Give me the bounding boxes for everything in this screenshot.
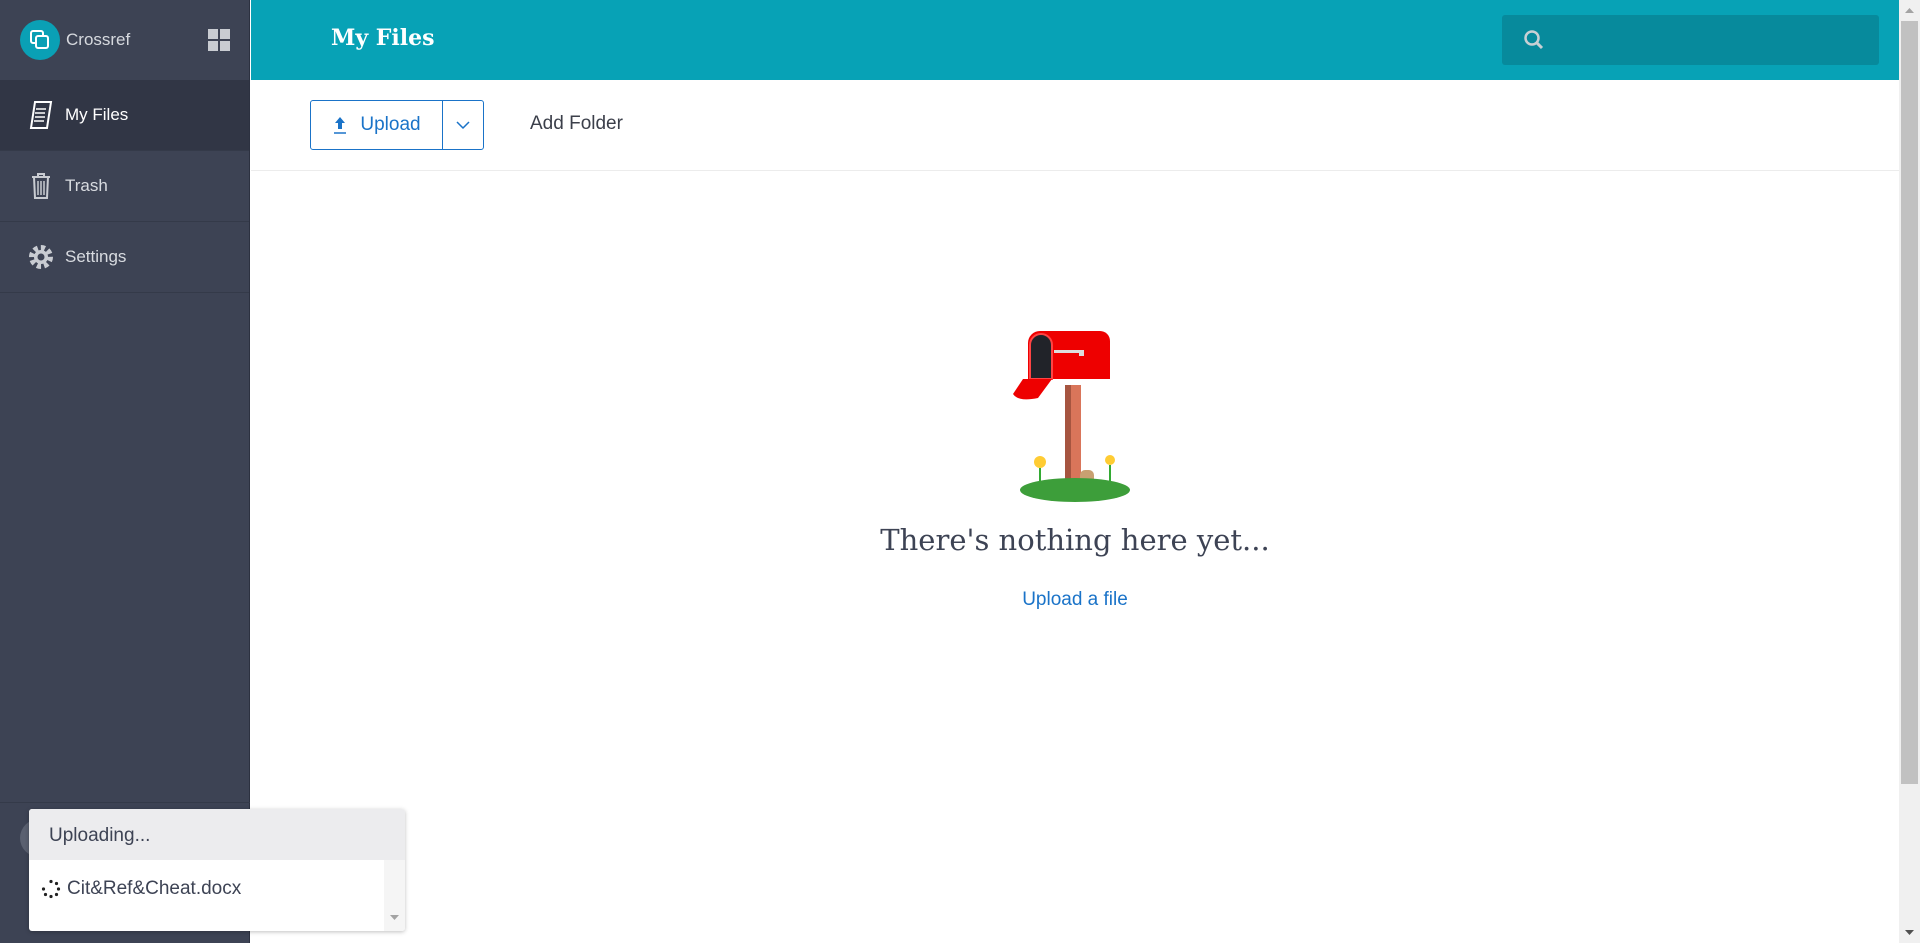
upload-file-name: Cit&Ref&Cheat.docx xyxy=(67,878,242,899)
page-scrollbar[interactable] xyxy=(1899,0,1920,943)
upload-label: Upload xyxy=(360,114,421,135)
empty-message: There's nothing here yet... xyxy=(880,523,1270,557)
add-folder-button[interactable]: Add Folder xyxy=(530,113,623,135)
sidebar-footer xyxy=(0,802,250,857)
crossref-logo-icon xyxy=(20,20,60,60)
scroll-down-icon xyxy=(390,915,399,920)
upload-item: Cit&Ref&Cheat.docx xyxy=(29,860,405,918)
upload-split-button: Upload xyxy=(310,100,484,150)
popup-scrollbar[interactable] xyxy=(384,860,405,931)
brand-name: Crossref xyxy=(66,30,131,49)
sidebar-item-label: Settings xyxy=(65,247,127,266)
search-icon xyxy=(1522,28,1546,57)
mailbox-illustration xyxy=(1013,331,1130,502)
scrollbar-thumb[interactable] xyxy=(1901,21,1918,784)
scroll-up-icon xyxy=(1905,8,1914,13)
files-icon xyxy=(26,100,56,130)
upload-progress-popup: Uploading... Cit&Ref&Cheat.docx xyxy=(29,809,405,931)
upload-file-link[interactable]: Upload a file xyxy=(1022,589,1128,611)
sidebar-item-label: Trash xyxy=(65,176,108,195)
sidebar-item-my-files[interactable]: My Files xyxy=(0,80,249,151)
upload-popup-title: Uploading... xyxy=(29,809,405,860)
page-title: My Files xyxy=(331,25,435,51)
sidebar-item-settings[interactable]: Settings xyxy=(0,222,249,293)
sidebar-item-trash[interactable]: Trash xyxy=(0,151,249,222)
empty-state: There's nothing here yet... Upload a fil… xyxy=(251,330,1899,611)
scroll-down-icon xyxy=(1905,930,1914,935)
chevron-down-icon xyxy=(456,121,470,130)
toolbar: Upload Add Folder xyxy=(251,80,1899,171)
sidebar: Crossref My Files Trash Settings xyxy=(0,0,250,943)
upload-icon xyxy=(334,117,347,134)
sidebar-item-label: My Files xyxy=(65,105,129,124)
apps-grid-icon[interactable] xyxy=(208,29,230,51)
top-header: My Files xyxy=(251,0,1899,80)
spinner-icon xyxy=(41,879,61,899)
trash-icon xyxy=(26,172,56,200)
upload-dropdown-button[interactable] xyxy=(443,101,483,149)
gear-icon xyxy=(26,244,56,270)
upload-button[interactable]: Upload xyxy=(311,101,443,149)
search-input[interactable] xyxy=(1502,15,1879,65)
